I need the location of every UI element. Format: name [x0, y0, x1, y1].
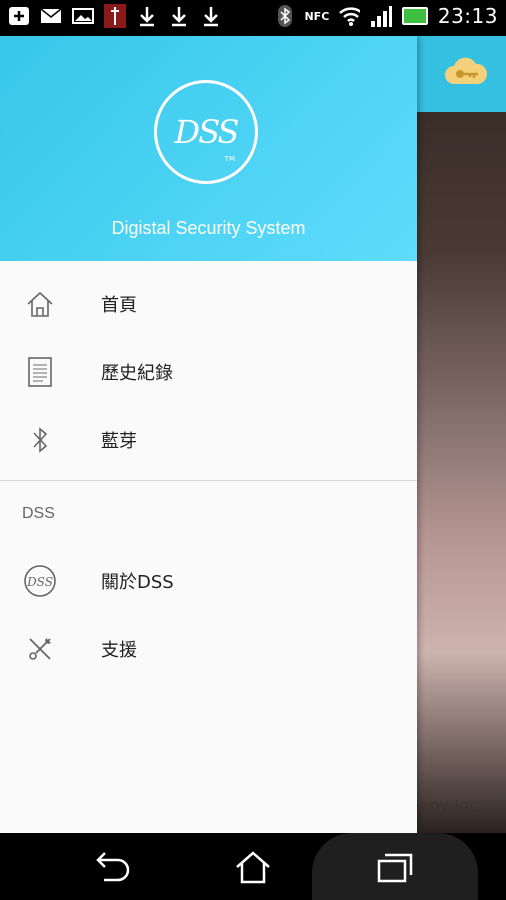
menu-item-bluetooth[interactable]: 藍芽	[0, 406, 417, 474]
bluetooth-status-icon	[274, 5, 296, 27]
signal-icon	[370, 5, 392, 27]
background-text: any Inc	[420, 796, 479, 815]
back-button[interactable]	[90, 845, 134, 889]
menu-item-label: 藍芽	[101, 431, 137, 452]
download-icon	[168, 5, 190, 27]
mail-icon	[40, 5, 62, 27]
recents-icon	[377, 853, 413, 883]
drawer-title: Digistal Security System	[111, 218, 306, 238]
navigation-drawer: DSS TM Digistal Security System 首頁 歷史紀錄 …	[0, 36, 417, 833]
document-icon	[22, 354, 58, 390]
menu-item-history[interactable]: 歷史紀錄	[0, 338, 417, 406]
bluetooth-icon	[22, 422, 58, 458]
image-icon	[72, 5, 94, 27]
system-nav-bar	[0, 833, 506, 900]
menu-item-about-dss[interactable]: DSS 關於DSS	[0, 547, 417, 615]
dss-logo: DSS TM	[154, 80, 258, 184]
wifi-icon	[338, 5, 360, 27]
status-bar: NFC 23:13	[0, 0, 506, 36]
back-icon	[96, 852, 130, 882]
nfc-icon: NFC	[304, 9, 330, 23]
svg-text:DSS: DSS	[26, 575, 53, 589]
menu-item-support[interactable]: 支援	[0, 615, 417, 683]
tools-notification-icon	[104, 4, 126, 28]
dss-logo-icon: DSS	[22, 563, 58, 599]
download-icon	[136, 5, 158, 27]
download-icon	[200, 5, 222, 27]
menu-item-label: 歷史紀錄	[101, 363, 173, 384]
recents-button[interactable]	[373, 845, 417, 889]
menu-item-home[interactable]: 首頁	[0, 270, 417, 338]
add-notification-icon	[8, 5, 30, 27]
section-header: DSS	[22, 505, 55, 522]
clock: 23:13	[437, 4, 498, 28]
logo-tm: TM	[224, 155, 235, 163]
home-button[interactable]	[231, 845, 275, 889]
menu-item-label: 首頁	[101, 295, 137, 316]
menu-item-label: 關於DSS	[101, 572, 174, 593]
cloud-key-icon[interactable]	[444, 56, 488, 86]
home-nav-icon	[236, 851, 270, 884]
tools-icon	[22, 631, 58, 667]
menu-item-label: 支援	[101, 640, 137, 661]
battery-icon	[401, 7, 428, 25]
drawer-header: DSS TM Digistal Security System	[0, 36, 417, 261]
logo-text: DSS	[174, 113, 240, 151]
home-icon	[22, 286, 58, 322]
